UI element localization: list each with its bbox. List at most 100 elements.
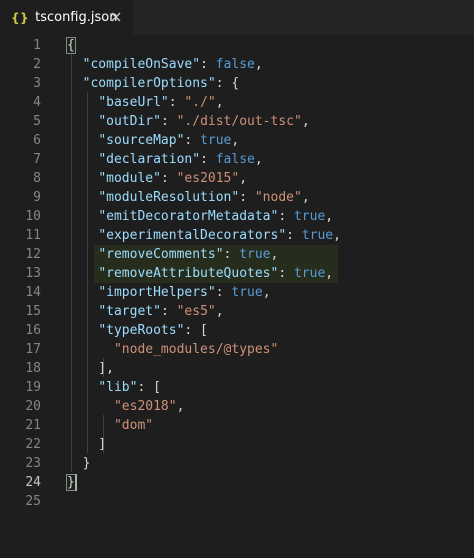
code-token: , [325,209,334,224]
code-text: "experimentalDecorators": true, [67,226,341,245]
code-text: "module": "es2015", [67,169,247,188]
code-token: , [239,171,248,186]
code-token: : [286,228,302,243]
code-token: "node_modules/@types" [113,342,279,357]
code-line[interactable]: 1{ [0,36,474,55]
code-line[interactable]: 9 "moduleResolution": "node", [0,188,474,207]
code-token: , [301,114,310,129]
code-text: "es2018", [67,397,184,416]
code-token: : [ [184,323,208,338]
code-token: ], [67,361,114,376]
code-token: } [67,456,91,471]
code-text: ] [67,435,106,454]
line-number: 18 [25,361,41,376]
code-token: : [200,57,216,72]
code-token: true [301,228,334,243]
code-token: "es2018" [113,399,177,414]
line-number: 13 [25,266,41,281]
code-line[interactable]: 6 "sourceMap": true, [0,131,474,150]
code-line[interactable]: 20 "es2018", [0,397,474,416]
code-text: "compilerOptions": { [67,74,240,93]
code-line[interactable]: 4 "baseUrl": "./", [0,93,474,112]
code-editor[interactable]: 1{2 "compileOnSave": false, 3 "compilerOp… [0,35,474,558]
code-token: , [254,57,263,72]
code-line[interactable]: 15 "target": "es5", [0,302,474,321]
code-line[interactable]: 12 "removeComments": true, [0,245,474,264]
code-token: , [325,266,334,281]
code-token: : [168,95,185,110]
matched-brace: { [66,37,76,54]
code-line[interactable]: 11 "experimentalDecorators": true, [0,226,474,245]
line-number: 21 [25,418,41,433]
code-token: "experimentalDecorators" [98,228,287,243]
code-line[interactable]: 19 "lib": [ [0,378,474,397]
code-token: : { [215,76,240,91]
code-line[interactable]: 2 "compileOnSave": false, [0,55,474,74]
line-number: 20 [25,399,41,414]
code-token: "module" [98,171,161,186]
code-token: : [239,190,255,205]
code-line[interactable]: 24} [0,473,474,492]
code-text: "compileOnSave": false, [67,55,263,74]
code-token: "dom" [113,418,154,433]
code-text: "emitDecoratorMetadata": true, [67,207,333,226]
code-line[interactable]: 14 "importHelpers": true, [0,283,474,302]
code-text: "declaration": false, [67,150,262,169]
code-token: "es5" [176,304,216,319]
code-line[interactable]: 16 "typeRoots": [ [0,321,474,340]
code-token: false [215,152,255,167]
code-token: , [176,399,185,414]
code-token: : [215,285,232,300]
code-token: : [223,247,240,262]
code-text: } [67,454,91,473]
code-line[interactable]: 8 "module": "es2015", [0,169,474,188]
code-token: : [200,152,216,167]
line-number: 3 [33,76,41,91]
code-token: , [262,285,271,300]
code-token: , [333,228,341,243]
code-line[interactable]: 23 } [0,454,474,473]
code-line[interactable]: 10 "emitDecoratorMetadata": true, [0,207,474,226]
code-text: "importHelpers": true, [67,283,271,302]
code-token: "node" [254,190,302,205]
code-token: true [231,285,263,300]
code-token: , [215,304,224,319]
code-token: "compilerOptions" [82,76,216,91]
code-line[interactable]: 17 "node_modules/@types" [0,340,474,359]
line-number: 25 [25,494,41,509]
tab-tsconfig[interactable]: {} tsconfig.json [0,0,133,35]
code-token: : [ [137,380,161,395]
text-cursor [75,474,77,491]
code-token: true [293,209,326,224]
code-line[interactable]: 7 "declaration": false, [0,150,474,169]
code-token: "removeAttributeQuotes" [98,266,279,281]
code-line[interactable]: 25 [0,492,474,511]
line-number: 16 [25,323,41,338]
code-token: true [293,266,326,281]
code-line[interactable]: 5 "outDir": "./dist/out-tsc", [0,112,474,131]
code-token: "sourceMap" [98,133,185,148]
code-line[interactable]: 18 ], [0,359,474,378]
code-line[interactable]: 13 "removeAttributeQuotes": true, [0,264,474,283]
code-text: "removeAttributeQuotes": true, [67,264,333,283]
code-token: "importHelpers" [98,285,216,300]
code-line[interactable]: 3 "compilerOptions": { [0,74,474,93]
code-line[interactable]: 22 ] [0,435,474,454]
close-icon[interactable] [107,8,125,26]
code-text: "outDir": "./dist/out-tsc", [67,112,310,131]
line-number: 6 [33,133,41,148]
line-number: 1 [33,38,41,53]
line-number: 23 [25,456,41,471]
code-line[interactable]: 21 "dom" [0,416,474,435]
code-token: : [184,133,201,148]
